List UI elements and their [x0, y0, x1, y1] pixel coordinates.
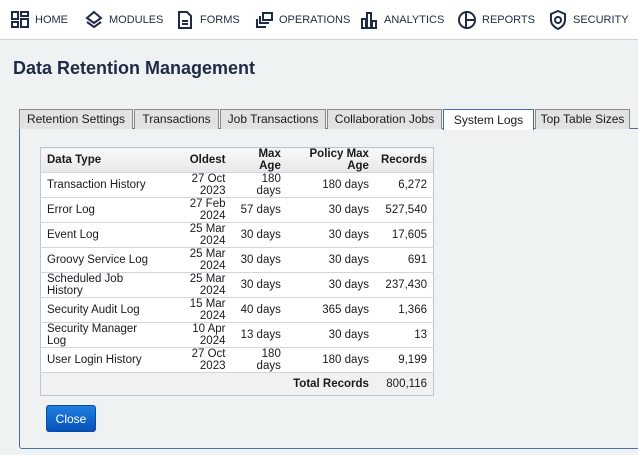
table-cell: 13 days	[231, 322, 287, 348]
table-cell: 27 Oct 2023	[159, 347, 232, 373]
nav-forms[interactable]: FORMS	[175, 9, 240, 31]
table-cell: 30 days	[231, 272, 287, 298]
table-cell: 40 days	[231, 297, 287, 323]
table-cell: 180 days	[231, 172, 287, 198]
table-cell: 237,430	[374, 272, 434, 298]
table-cell: Security Audit Log	[40, 297, 160, 323]
table-cell: 13	[374, 322, 434, 348]
table-cell: 30 days	[286, 322, 375, 348]
table-cell: 1,366	[374, 297, 434, 323]
table-row: User Login History 27 Oct 2023 180 days 180…	[40, 347, 434, 373]
nav-reports[interactable]: REPORTS	[457, 9, 535, 31]
nav-analytics[interactable]: ANALYTICS	[359, 9, 444, 31]
column-header: Max Age	[231, 147, 287, 173]
table-cell: 527,540	[374, 197, 434, 223]
table-cell: 27 Oct 2023	[159, 172, 232, 198]
table-row: Event Log 25 Mar 2024 30 days 30 days 17,605	[40, 222, 434, 248]
tab-system-logs[interactable]: System Logs	[443, 109, 534, 130]
pie-chart-icon	[458, 11, 476, 29]
table-cell: 180 days	[231, 347, 287, 373]
total-label: Total Records	[40, 372, 375, 396]
table-cell: 30 days	[231, 222, 287, 248]
table-cell: Scheduled Job History	[40, 272, 160, 298]
table-cell: Security Manager Log	[40, 322, 160, 348]
tab-top-table-sizes[interactable]: Top Table Sizes	[535, 109, 630, 129]
column-header: Data Type	[40, 147, 160, 173]
table-cell: 30 days	[231, 247, 287, 273]
table-cell: User Login History	[40, 347, 160, 373]
table-cell: 27 Feb 2024	[159, 197, 232, 223]
table-cell: 25 Mar 2024	[159, 222, 232, 248]
table-cell: 57 days	[231, 197, 287, 223]
nav-modules[interactable]: MODULES	[84, 9, 163, 31]
tab-retention-settings[interactable]: Retention Settings	[19, 109, 133, 129]
bar-chart-icon	[361, 12, 377, 29]
tab-collaboration-jobs[interactable]: Collaboration Jobs	[327, 109, 442, 129]
table-cell: 9,199	[374, 347, 434, 373]
layers-icon	[85, 10, 103, 29]
table-cell: 17,605	[374, 222, 434, 248]
close-button[interactable]: Close	[46, 405, 96, 432]
table-cell: Groovy Service Log	[40, 247, 160, 273]
total-value: 800,116	[374, 372, 434, 396]
table-cell: Transaction History	[40, 172, 160, 198]
tab-job-transactions[interactable]: Job Transactions	[220, 109, 326, 129]
table-cell: 25 Mar 2024	[159, 272, 232, 298]
table-cell: 25 Mar 2024	[159, 247, 232, 273]
document-icon	[178, 11, 192, 29]
total-row: Total Records 800,116	[40, 372, 434, 396]
table-cell: 30 days	[286, 222, 375, 248]
column-header: Oldest	[159, 147, 232, 173]
table-cell: 30 days	[286, 247, 375, 273]
system-logs-table: Data Type Oldest Max Age Policy Max Age Reco…	[40, 147, 434, 396]
table-cell: 6,272	[374, 172, 434, 198]
table-cell: 180 days	[286, 347, 375, 373]
table-cell: 30 days	[286, 272, 375, 298]
table-cell: 365 days	[286, 297, 375, 323]
table-cell: 10 Apr 2024	[159, 322, 232, 348]
column-header: Policy Max Age	[286, 147, 375, 173]
windows-icon	[256, 12, 273, 28]
column-header: Records	[374, 147, 434, 173]
tab-bar: Retention Settings Transactions Job Tran…	[19, 109, 631, 130]
table-row: Scheduled Job History 25 Mar 2024 30 days 3…	[40, 272, 434, 298]
table-row: Security Manager Log 10 Apr 2024 13 days 30…	[40, 322, 434, 348]
nav-security[interactable]: SECURITY	[548, 9, 629, 31]
table-cell: 691	[374, 247, 434, 273]
table-cell: 180 days	[286, 172, 375, 198]
page-title: Data Retention Management	[13, 58, 256, 78]
table-row: Transaction History 27 Oct 2023 180 days 18…	[40, 172, 434, 198]
shield-icon	[550, 10, 566, 30]
nav-home[interactable]: HOME	[10, 9, 68, 31]
nav-operations[interactable]: OPERATIONS	[254, 9, 350, 31]
table-row: Groovy Service Log 25 Mar 2024 30 days 30 d…	[40, 247, 434, 273]
table-cell: Event Log	[40, 222, 160, 248]
grid-icon	[11, 11, 29, 28]
table-cell: Error Log	[40, 197, 160, 223]
table-row: Error Log 27 Feb 2024 57 days 30 days 527,54…	[40, 197, 434, 223]
table-row: Security Audit Log 15 Mar 2024 40 days 365 …	[40, 297, 434, 323]
tab-transactions[interactable]: Transactions	[134, 109, 219, 129]
table-cell: 30 days	[286, 197, 375, 223]
table-cell: 15 Mar 2024	[159, 297, 232, 323]
top-nav: HOME MODULES FORMS OPERATIONS ANALYTICS …	[0, 0, 638, 40]
